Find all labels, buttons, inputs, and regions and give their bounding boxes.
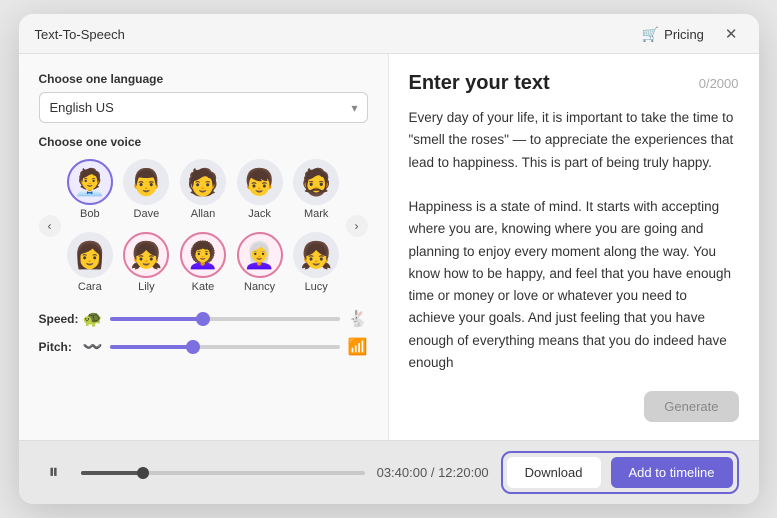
- language-label: Choose one language: [39, 72, 368, 86]
- progress-bar[interactable]: [81, 471, 365, 475]
- bottom-bar: ⏸ 03:40:00 / 12:20:00 Download Add to ti…: [19, 440, 759, 504]
- progress-fill: [81, 471, 144, 475]
- title-right: 🛒 Pricing ✕: [636, 24, 743, 45]
- voice-name-dave: Dave: [134, 208, 160, 220]
- voice-grid-wrapper: ‹ 🧑‍💼 Bob 👨 Dave: [39, 155, 368, 297]
- title-bar: Text-To-Speech 🛒 Pricing ✕: [19, 14, 759, 54]
- voice-item-mark[interactable]: 🧔 Mark: [291, 155, 342, 224]
- voice-item-allan[interactable]: 🧑 Allan: [178, 155, 229, 224]
- char-count: 0/2000: [699, 76, 739, 91]
- speed-row: Speed: 🐢 🐇: [39, 309, 368, 329]
- language-section: Choose one language English US: [39, 72, 368, 123]
- voice-avatar-cara: 👩: [67, 232, 113, 278]
- main-content: Choose one language English US Choose on…: [19, 54, 759, 440]
- modal-title: Text-To-Speech: [35, 27, 125, 42]
- voice-name-mark: Mark: [304, 208, 328, 220]
- pause-icon: ⏸: [49, 461, 59, 484]
- voice-grid-row2: 👩 Cara 👧 Lily 👩‍🦱 Kate: [65, 228, 342, 297]
- progress-dot: [137, 467, 149, 479]
- slider-section: Speed: 🐢 🐇 Pitch: 〰️ 📶: [39, 309, 368, 357]
- speed-slow-icon: 🐢: [83, 309, 103, 329]
- voice-avatar-kate: 👩‍🦱: [180, 232, 226, 278]
- pitch-label: Pitch:: [39, 340, 75, 354]
- action-buttons: Download Add to timeline: [501, 451, 739, 494]
- download-button[interactable]: Download: [507, 457, 601, 488]
- next-voice-arrow[interactable]: ›: [346, 215, 368, 237]
- voice-avatar-bob: 🧑‍💼: [67, 159, 113, 205]
- voice-name-cara: Cara: [78, 281, 102, 293]
- left-panel: Choose one language English US Choose on…: [19, 54, 389, 440]
- voice-name-jack: Jack: [248, 208, 271, 220]
- pause-button[interactable]: ⏸: [39, 458, 69, 488]
- voice-name-lily: Lily: [138, 281, 155, 293]
- right-panel: Enter your text 0/2000 Every day of your…: [389, 54, 759, 440]
- voice-section: Choose one voice ‹ 🧑‍💼 Bob 👨 Dav: [39, 135, 368, 297]
- voice-name-allan: Allan: [191, 208, 215, 220]
- voice-item-kate[interactable]: 👩‍🦱 Kate: [178, 228, 229, 297]
- voice-avatar-allan: 🧑: [180, 159, 226, 205]
- voice-name-lucy: Lucy: [305, 281, 328, 293]
- current-time: 03:40:00: [377, 465, 428, 480]
- speed-label: Speed:: [39, 312, 75, 326]
- add-timeline-button[interactable]: Add to timeline: [611, 457, 733, 488]
- text-content[interactable]: Every day of your life, it is important …: [409, 107, 739, 381]
- pitch-row: Pitch: 〰️ 📶: [39, 337, 368, 357]
- voice-name-bob: Bob: [80, 208, 100, 220]
- voice-name-nancy: Nancy: [244, 281, 275, 293]
- voice-avatar-jack: 👦: [237, 159, 283, 205]
- time-separator: /: [431, 465, 438, 480]
- voice-avatar-dave: 👨: [123, 159, 169, 205]
- voice-item-bob[interactable]: 🧑‍💼 Bob: [65, 155, 116, 224]
- language-select-wrapper: English US: [39, 92, 368, 123]
- voice-avatar-lily: 👧: [123, 232, 169, 278]
- pricing-label: Pricing: [664, 27, 704, 42]
- voice-item-jack[interactable]: 👦 Jack: [234, 155, 285, 224]
- generate-button[interactable]: Generate: [644, 391, 738, 422]
- speed-fast-icon: 🐇: [348, 309, 368, 329]
- voice-label: Choose one voice: [39, 135, 368, 149]
- pitch-high-icon: 📶: [348, 337, 368, 357]
- voice-grid-row1: 🧑‍💼 Bob 👨 Dave 🧑 Allan: [65, 155, 342, 224]
- total-time: 12:20:00: [438, 465, 489, 480]
- modal: Text-To-Speech 🛒 Pricing ✕ Choose one la…: [19, 14, 759, 504]
- voice-avatar-nancy: 👩‍🦳: [237, 232, 283, 278]
- pitch-low-icon: 〰️: [83, 337, 103, 357]
- pricing-button[interactable]: 🛒 Pricing: [636, 24, 710, 45]
- voice-item-dave[interactable]: 👨 Dave: [121, 155, 172, 224]
- cart-icon: 🛒: [642, 26, 659, 43]
- voice-item-nancy[interactable]: 👩‍🦳 Nancy: [234, 228, 285, 297]
- language-select[interactable]: English US: [39, 92, 368, 123]
- speed-slider[interactable]: [110, 317, 339, 321]
- voice-item-lily[interactable]: 👧 Lily: [121, 228, 172, 297]
- voice-item-cara[interactable]: 👩 Cara: [65, 228, 116, 297]
- voice-avatar-lucy: 👧: [293, 232, 339, 278]
- prev-voice-arrow[interactable]: ‹: [39, 215, 61, 237]
- close-button[interactable]: ✕: [720, 25, 743, 44]
- generate-row: Generate: [409, 391, 739, 422]
- voice-item-lucy[interactable]: 👧 Lucy: [291, 228, 342, 297]
- time-display: 03:40:00 / 12:20:00: [377, 465, 489, 480]
- pitch-slider[interactable]: [110, 345, 339, 349]
- voice-name-kate: Kate: [192, 281, 215, 293]
- text-panel-title: Enter your text: [409, 72, 550, 95]
- voice-avatar-mark: 🧔: [293, 159, 339, 205]
- text-header: Enter your text 0/2000: [409, 72, 739, 95]
